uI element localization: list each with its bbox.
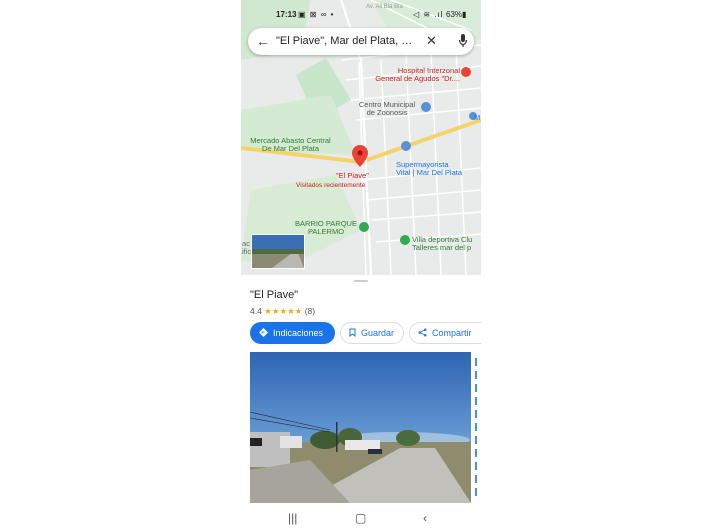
mercado-label[interactable]: Mercado Abasto Central De Mar Del Plata xyxy=(243,137,338,153)
villa-pin-icon[interactable] xyxy=(400,235,410,245)
battery-indicator: 63%▮ xyxy=(446,10,467,19)
review-count: (8) xyxy=(304,306,316,316)
supermarket-pin-icon[interactable] xyxy=(401,141,411,151)
signal-icons: ◁ ≋ .ıl xyxy=(413,10,444,19)
place-sheet[interactable]: "El Piave" 4.4 ★★★★★ (8) Indicaciones Gu… xyxy=(241,275,481,507)
supermayorista-label[interactable]: Supermayorista Vital | Mar Del Plata xyxy=(396,161,462,177)
search-bar[interactable]: ← "El Piave", Mar del Plata, P... ✕ xyxy=(248,28,474,55)
drag-handle[interactable] xyxy=(354,280,368,282)
phone-screen: Av. Ali Bla Bla 17:13 ▣ ⊠ ∞ • ◁ ≋ .ıl 63… xyxy=(241,0,481,532)
photo-carousel-indicator xyxy=(475,358,477,498)
home-icon[interactable]: ▢ xyxy=(355,511,366,525)
microphone-icon[interactable] xyxy=(458,33,468,49)
back-icon[interactable]: ‹ xyxy=(423,511,427,525)
zoonosis-pin-icon[interactable] xyxy=(421,102,431,112)
street-view-photo[interactable] xyxy=(250,352,471,503)
save-button[interactable]: Guardar xyxy=(340,322,404,344)
save-label: Guardar xyxy=(361,328,395,338)
status-time: 17:13 xyxy=(276,10,297,19)
share-label: Compartir xyxy=(432,328,472,338)
status-bar: 17:13 ▣ ⊠ ∞ • ◁ ≋ .ıl 63%▮ xyxy=(241,6,481,22)
star-rating-icon: ★★★★★ xyxy=(264,306,303,316)
zoonosis-label[interactable]: Centro Municipal de Zoonosis xyxy=(352,101,422,117)
edge-label-left: ac ific xyxy=(242,239,252,256)
directions-label: Indicaciones xyxy=(273,328,324,338)
directions-icon xyxy=(259,327,268,339)
edge-label: M xyxy=(474,113,481,122)
recent-apps-icon[interactable]: ||| xyxy=(288,511,297,525)
rating-value: 4.4 xyxy=(250,306,262,316)
pin-subtitle-label: Visitados recientemente xyxy=(296,182,366,189)
rating-row[interactable]: 4.4 ★★★★★ (8) xyxy=(250,306,315,317)
bookmark-icon xyxy=(349,328,356,339)
villa-label[interactable]: Villa deportiva Clu Talleres mar del p xyxy=(412,236,472,252)
share-button[interactable]: Compartir xyxy=(409,322,481,344)
search-query[interactable]: "El Piave", Mar del Plata, P... xyxy=(276,35,416,47)
directions-button[interactable]: Indicaciones xyxy=(250,322,335,344)
hospital-pin-icon[interactable] xyxy=(461,67,471,77)
place-title: "El Piave" xyxy=(250,289,299,301)
back-arrow-icon[interactable]: ← xyxy=(256,33,270,49)
map-view[interactable]: Av. Ali Bla Bla 17:13 ▣ ⊠ ∞ • ◁ ≋ .ıl 63… xyxy=(241,0,481,275)
street-view-thumbnail[interactable] xyxy=(251,234,305,269)
pin-name-label[interactable]: "El Piave" xyxy=(336,172,369,180)
clear-icon[interactable]: ✕ xyxy=(426,33,437,49)
hospital-label[interactable]: Hospital Interzonal General de Agudos "D… xyxy=(365,67,460,83)
notification-icons: ▣ ⊠ ∞ • xyxy=(298,10,335,19)
share-icon xyxy=(418,328,427,339)
android-nav-bar: ||| ▢ ‹ xyxy=(241,507,481,532)
